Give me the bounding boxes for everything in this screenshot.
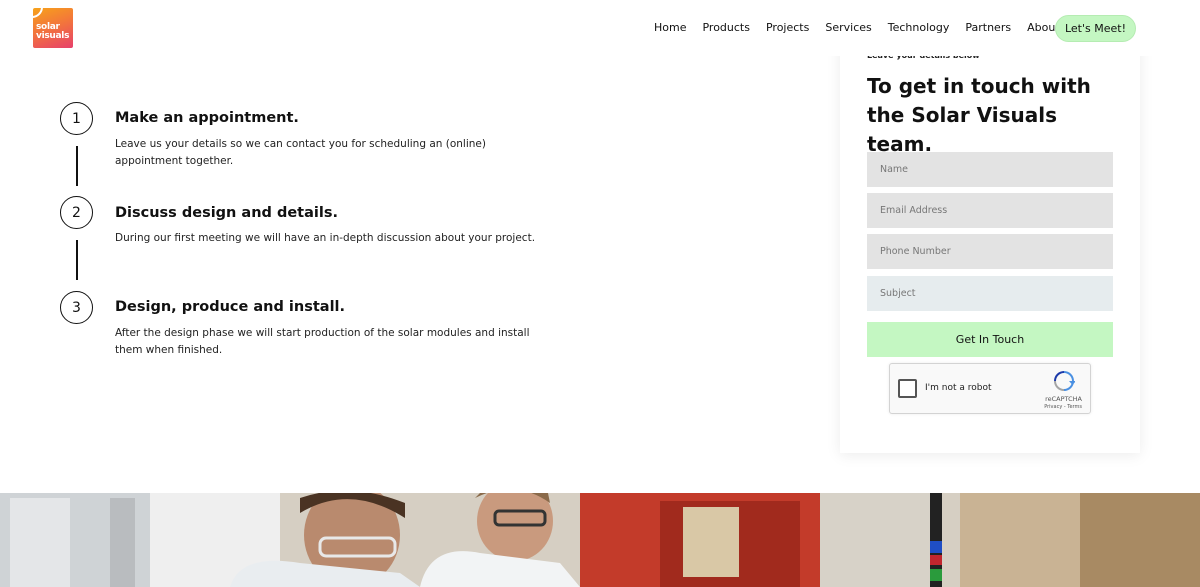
main-nav: Home Products Projects Services Technolo… bbox=[654, 21, 1086, 34]
nav-partners[interactable]: Partners bbox=[965, 21, 1011, 34]
captcha-label: I'm not a robot bbox=[925, 383, 992, 393]
lets-meet-button[interactable]: Let's Meet! bbox=[1055, 15, 1136, 42]
step-number-2: 2 bbox=[60, 196, 93, 229]
nav-projects[interactable]: Projects bbox=[766, 21, 809, 34]
team-photo-illustration bbox=[0, 493, 1200, 587]
step-number-1: 1 bbox=[60, 102, 93, 135]
step-number-3: 3 bbox=[60, 291, 93, 324]
recaptcha-icon bbox=[1054, 371, 1075, 391]
captcha-checkbox[interactable] bbox=[898, 379, 917, 398]
nav-home[interactable]: Home bbox=[654, 21, 686, 34]
solar-visuals-logo[interactable]: solar visuals bbox=[33, 8, 73, 48]
recaptcha-links[interactable]: Privacy - Terms bbox=[1044, 404, 1082, 410]
recaptcha-widget: I'm not a robot reCAPTCHA Privacy - Term… bbox=[889, 363, 1091, 414]
team-photo bbox=[0, 493, 1200, 587]
logo-text-line2: visuals bbox=[36, 31, 70, 41]
step-description-2: During our first meeting we will have an… bbox=[115, 232, 536, 244]
site-header: solar visuals Home Products Projects Ser… bbox=[0, 0, 1200, 56]
step-connector bbox=[76, 240, 78, 280]
email-field[interactable]: Email Address bbox=[867, 193, 1113, 228]
step-title-1: Make an appointment. bbox=[115, 110, 299, 126]
form-title: To get in touch with the Solar Visuals t… bbox=[867, 74, 1091, 156]
step-connector bbox=[76, 146, 78, 186]
name-field[interactable]: Name bbox=[867, 152, 1113, 187]
nav-services[interactable]: Services bbox=[825, 21, 871, 34]
step-description-3: After the design phase we will start pro… bbox=[115, 327, 530, 356]
nav-products[interactable]: Products bbox=[702, 21, 750, 34]
nav-technology[interactable]: Technology bbox=[888, 21, 950, 34]
logo-sun-icon bbox=[33, 8, 43, 18]
step-title-3: Design, produce and install. bbox=[115, 299, 346, 315]
phone-field[interactable]: Phone Number bbox=[867, 234, 1113, 269]
get-in-touch-button[interactable]: Get In Touch bbox=[867, 322, 1113, 357]
recaptcha-brand: reCAPTCHA bbox=[1045, 395, 1082, 403]
step-title-2: Discuss design and details. bbox=[115, 205, 338, 221]
subject-field[interactable]: Subject bbox=[867, 276, 1113, 311]
step-description-1: Leave us your details so we can contact … bbox=[115, 138, 486, 167]
